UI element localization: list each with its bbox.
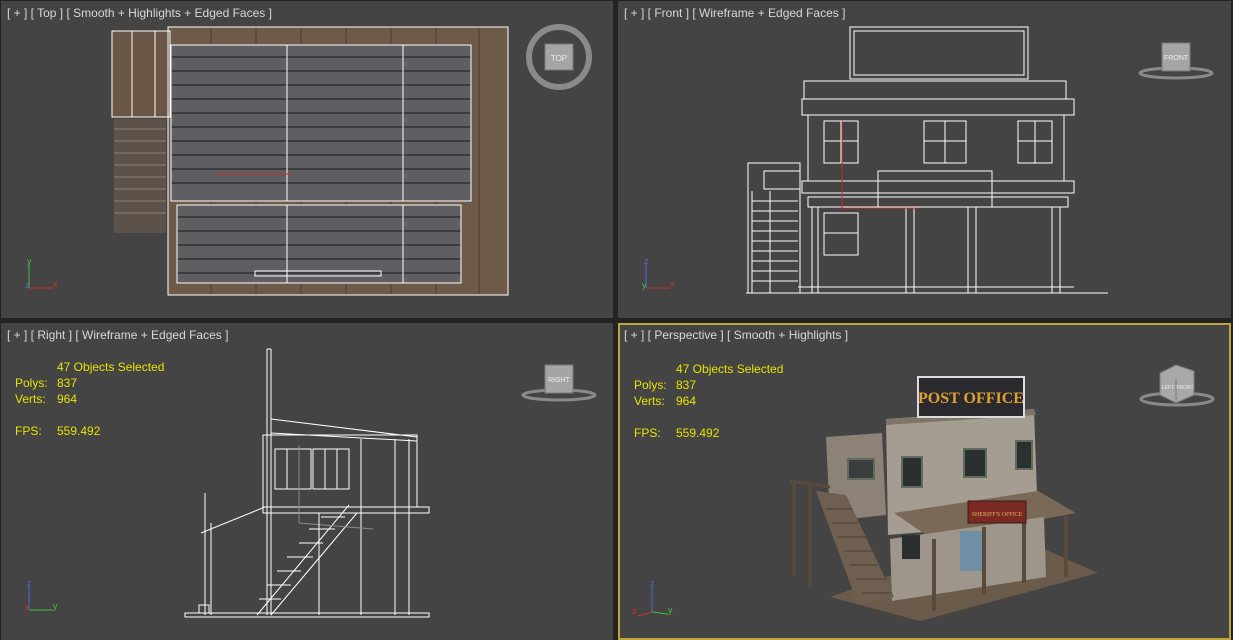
viewcube-top[interactable]: TOP xyxy=(523,23,595,95)
viewcube-right[interactable]: RIGHT xyxy=(521,361,597,403)
viewcube-perspective-front: FRONT xyxy=(1176,385,1193,391)
viewcube-front[interactable]: FRONT xyxy=(1138,39,1214,81)
axis-tripod-perspective: z y x xyxy=(630,580,680,620)
viewcube-top-text: TOP xyxy=(551,54,567,63)
sign-post-office: POST OFFICE xyxy=(918,390,1024,407)
svg-text:x: x xyxy=(670,279,675,289)
viewcube-front-text: FRONT xyxy=(1164,55,1189,62)
viewport-right[interactable]: [ + ] [ Right ] [ Wireframe + Edged Face… xyxy=(1,323,613,640)
viewcube-right-text: RIGHT xyxy=(548,377,571,384)
svg-text:x: x xyxy=(25,602,30,612)
svg-text:z: z xyxy=(25,280,30,290)
svg-text:x: x xyxy=(632,606,637,616)
sign-sheriff-office: SHERIFF'S OFFICE xyxy=(972,512,1023,518)
svg-text:y: y xyxy=(27,256,32,266)
svg-text:z: z xyxy=(650,580,655,588)
svg-text:y: y xyxy=(53,601,58,611)
viewport-top[interactable]: [ + ] [ Top ] [ Smooth + Highlights + Ed… xyxy=(1,1,613,318)
svg-text:y: y xyxy=(642,280,647,290)
svg-text:y: y xyxy=(668,605,673,615)
axis-tripod-right: z y x xyxy=(23,578,63,618)
viewcube-perspective-left: LEFT xyxy=(1162,385,1174,391)
viewcube-perspective[interactable]: LEFT FRONT xyxy=(1138,361,1216,409)
viewport-front[interactable]: [ + ] [ Front ] [ Wireframe + Edged Face… xyxy=(618,1,1231,318)
svg-text:x: x xyxy=(53,279,58,289)
top-view-model xyxy=(111,26,509,296)
viewport-perspective[interactable]: [ + ] [ Perspective ] [ Smooth + Highlig… xyxy=(618,323,1231,640)
axis-tripod-top: y x z xyxy=(23,256,63,296)
svg-text:z: z xyxy=(644,256,649,266)
svg-text:z: z xyxy=(27,578,32,588)
axis-tripod-front: z x y xyxy=(640,256,680,296)
